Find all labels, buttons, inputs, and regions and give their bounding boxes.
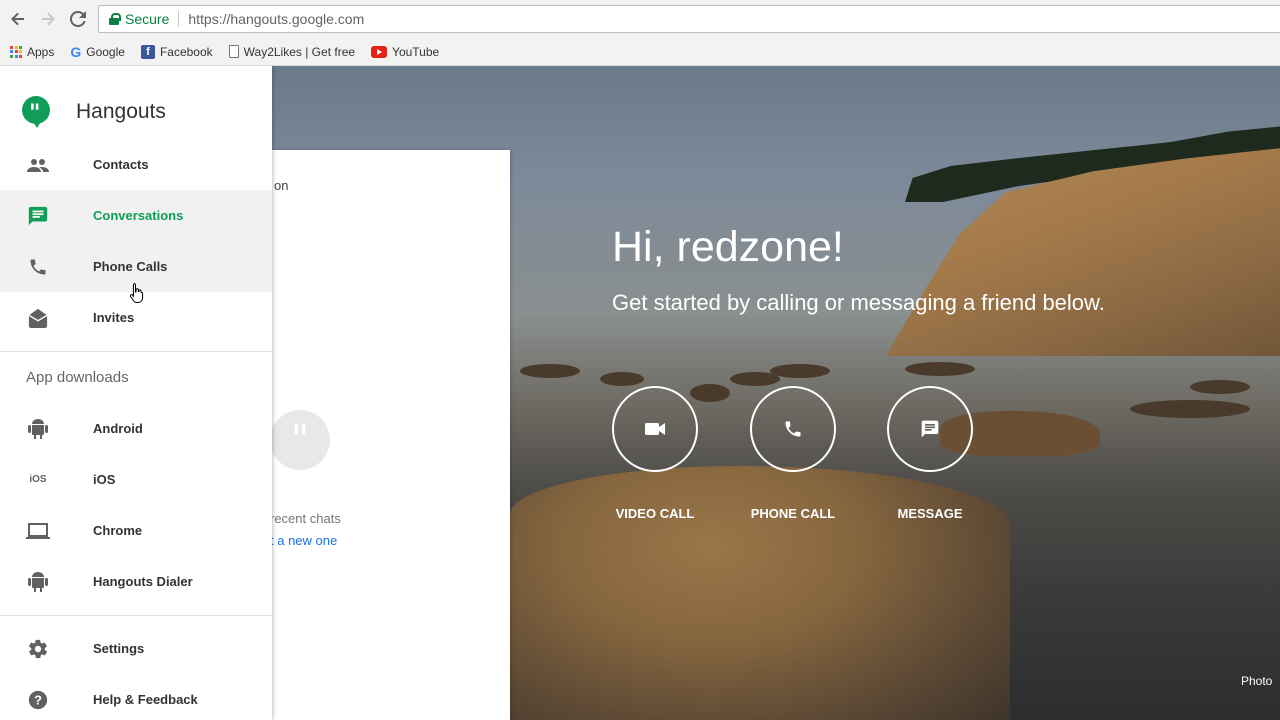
youtube-icon (371, 45, 388, 58)
phone-call-label: PHONE CALL (750, 506, 836, 521)
hangouts-page: on " recent chats t a new one Hi, redzon… (0, 66, 1280, 720)
bookmark-way2likes[interactable]: Way2Likes | Get free (219, 41, 361, 63)
sidebar-item-label: Hangouts Dialer (93, 574, 193, 589)
bookmark-label: Apps (27, 44, 55, 59)
sidebar-item-label: Help & Feedback (93, 692, 198, 707)
video-call-label: VIDEO CALL (615, 506, 695, 521)
sidebar-item-label: Chrome (93, 523, 143, 538)
sidebar-item-label: Conversations (93, 208, 184, 223)
sidebar-item-hangouts-dialer[interactable]: Hangouts Dialer (0, 556, 272, 607)
sidebar-item-label: Contacts (93, 157, 149, 172)
brand-name: Hangouts (76, 100, 166, 123)
background-rock (600, 372, 644, 386)
contacts-icon (26, 153, 50, 177)
bookmark-label: Facebook (159, 44, 213, 59)
empty-chats-text: recent chats (270, 511, 341, 526)
phone-icon (26, 255, 50, 279)
facebook-icon: f (140, 44, 155, 59)
phone-icon (785, 421, 801, 437)
conversation-list-panel: on " recent chats t a new one (270, 150, 510, 720)
sidebar-item-label: Phone Calls (93, 259, 168, 274)
svg-text:?: ? (34, 692, 42, 707)
forward-button[interactable] (36, 7, 60, 31)
google-icon: G (70, 43, 82, 60)
video-call-button[interactable]: VIDEO CALL (612, 386, 698, 521)
app-downloads-heading: App downloads (26, 369, 129, 386)
omnibox-separator (178, 11, 180, 27)
sidebar-item-settings[interactable]: Settings (0, 623, 272, 674)
bookmark-label: Way2Likes | Get free (243, 44, 356, 59)
page-icon (228, 45, 239, 58)
photo-credit[interactable]: Photo (1241, 674, 1272, 688)
sidebar-item-conversations[interactable]: Conversations (0, 190, 272, 241)
reload-button[interactable] (66, 7, 90, 31)
background-rock (1190, 380, 1250, 394)
conversation-panel-title: on (274, 178, 289, 193)
sidebar-divider (0, 615, 272, 616)
bookmark-apps[interactable]: Apps (0, 41, 60, 63)
sidebar-item-ios[interactable]: iOS iOS (0, 454, 272, 505)
sidebar-item-chrome[interactable]: Chrome (0, 505, 272, 556)
url-text[interactable]: https://hangouts.google.com (188, 11, 364, 27)
lock-icon (109, 13, 121, 25)
hangouts-sidebar: " Hangouts Contacts Conversations Phone … (0, 66, 272, 720)
background-rock (905, 362, 975, 376)
sidebar-item-label: Android (93, 421, 143, 436)
message-label: MESSAGE (897, 506, 963, 521)
bookmark-youtube[interactable]: YouTube (361, 41, 445, 63)
bookmark-label: YouTube (392, 44, 440, 59)
message-ring[interactable] (887, 386, 973, 472)
hangouts-logo-icon: " (22, 96, 50, 128)
brand: " Hangouts (22, 96, 166, 128)
gear-icon (26, 637, 50, 661)
message-button[interactable]: MESSAGE (887, 386, 973, 521)
reload-icon (70, 11, 86, 27)
hand-cursor-icon (130, 283, 144, 303)
bookmark-label: Google (86, 44, 125, 59)
back-arrow-icon (11, 12, 24, 26)
ios-icon: iOS (29, 474, 47, 485)
bookmarks-bar: Apps G Google f Facebook Way2Likes | Get… (0, 38, 1280, 66)
greeting-subtitle: Get started by calling or messaging a fr… (612, 290, 1105, 315)
sidebar-item-label: Invites (93, 310, 135, 325)
address-bar[interactable]: Secure https://hangouts.google.com (98, 5, 1280, 33)
video-camera-icon (645, 423, 665, 435)
sidebar-item-help[interactable]: ? Help & Feedback (0, 674, 272, 720)
laptop-icon (26, 519, 50, 543)
invites-icon (26, 306, 50, 330)
sidebar-item-android[interactable]: Android (0, 403, 272, 454)
forward-arrow-icon (42, 12, 55, 26)
background-rock (1130, 400, 1250, 418)
start-new-chat-link[interactable]: t a new one (270, 533, 337, 548)
sidebar-divider (0, 351, 272, 352)
message-icon (921, 420, 939, 438)
bookmark-facebook[interactable]: f Facebook (131, 41, 219, 63)
help-icon: ? (26, 688, 50, 712)
apps-grid-icon (10, 45, 22, 58)
bookmark-google[interactable]: G Google (60, 41, 131, 63)
back-button[interactable] (6, 7, 30, 31)
sidebar-item-label: iOS (93, 472, 116, 487)
secure-label: Secure (125, 11, 170, 27)
greeting-title: Hi, redzone! (612, 223, 844, 271)
sidebar-item-label: Settings (93, 641, 145, 656)
phone-call-button[interactable]: PHONE CALL (750, 386, 836, 521)
android-icon (26, 570, 50, 594)
video-call-ring[interactable] (612, 386, 698, 472)
chat-icon (26, 204, 50, 228)
browser-toolbar: Secure https://hangouts.google.com (0, 0, 1280, 38)
phone-call-ring[interactable] (750, 386, 836, 472)
sidebar-item-contacts[interactable]: Contacts (0, 139, 272, 190)
empty-chats-icon: " (270, 410, 330, 470)
android-icon (26, 417, 50, 441)
background-rock (770, 364, 830, 378)
background-rock (520, 364, 580, 378)
